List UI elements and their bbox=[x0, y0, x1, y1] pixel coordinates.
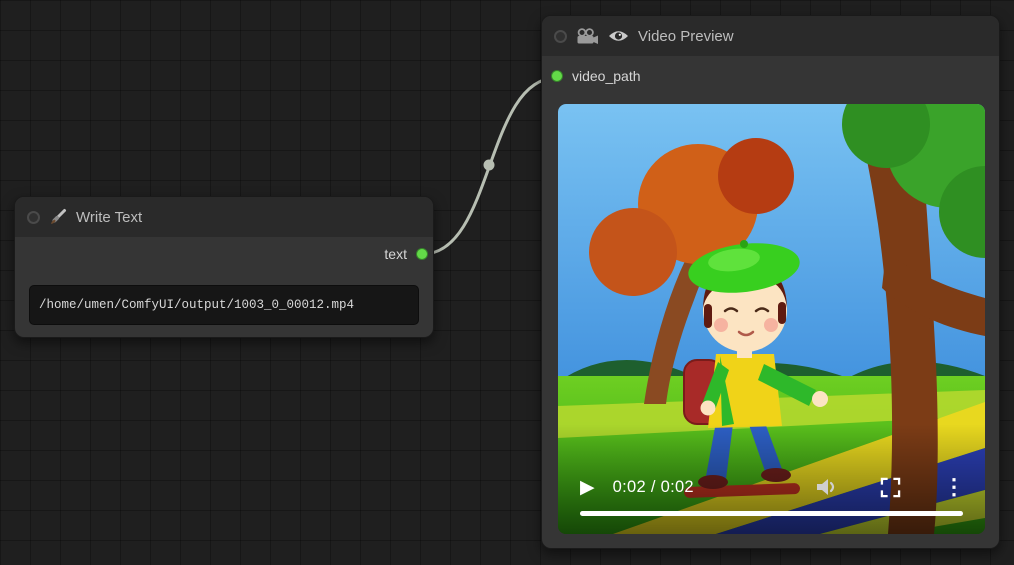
video-controls: ▶ 0:02 / 0:02 ⋮ bbox=[578, 476, 965, 498]
output-slot-text[interactable] bbox=[416, 248, 428, 260]
video-progress-bar[interactable] bbox=[580, 511, 963, 516]
video-frame-image bbox=[558, 104, 985, 534]
node-title: Write Text bbox=[76, 209, 142, 226]
fullscreen-button[interactable] bbox=[880, 477, 901, 498]
time-display: 0:02 / 0:02 bbox=[613, 478, 694, 497]
link-path[interactable] bbox=[423, 78, 556, 254]
volume-button[interactable] bbox=[814, 477, 838, 497]
node-video-preview-titlebar[interactable]: Video Preview bbox=[542, 16, 999, 56]
collapse-dot[interactable] bbox=[27, 211, 40, 224]
text-widget[interactable]: /home/umen/ComfyUI/output/1003_0_00012.m… bbox=[29, 285, 419, 325]
graph-canvas[interactable]: Write Text text /home/umen/ComfyUI/outpu… bbox=[0, 0, 1014, 565]
play-button[interactable]: ▶ bbox=[578, 478, 597, 497]
node-write-text[interactable]: Write Text text /home/umen/ComfyUI/outpu… bbox=[14, 196, 434, 338]
input-slot-row: video_path bbox=[542, 56, 999, 96]
video-progress-fill bbox=[580, 511, 963, 516]
collapse-dot[interactable] bbox=[554, 30, 567, 43]
camcorder-icon bbox=[576, 28, 599, 45]
overflow-menu-button[interactable]: ⋮ bbox=[943, 476, 965, 498]
output-slot-row: text bbox=[15, 237, 433, 271]
input-slot-label: video_path bbox=[572, 68, 641, 84]
video-preview-player[interactable]: ▶ 0:02 / 0:02 ⋮ bbox=[558, 104, 985, 534]
node-video-preview[interactable]: Video Preview video_path bbox=[541, 15, 1000, 549]
output-slot-label: text bbox=[384, 246, 407, 262]
brush-icon bbox=[49, 208, 67, 226]
volume-icon bbox=[814, 477, 838, 497]
node-write-text-titlebar[interactable]: Write Text bbox=[15, 197, 433, 237]
node-title: Video Preview bbox=[638, 28, 734, 45]
fullscreen-icon bbox=[880, 477, 901, 498]
eye-icon bbox=[608, 29, 629, 43]
input-slot-video_path[interactable] bbox=[551, 70, 563, 82]
